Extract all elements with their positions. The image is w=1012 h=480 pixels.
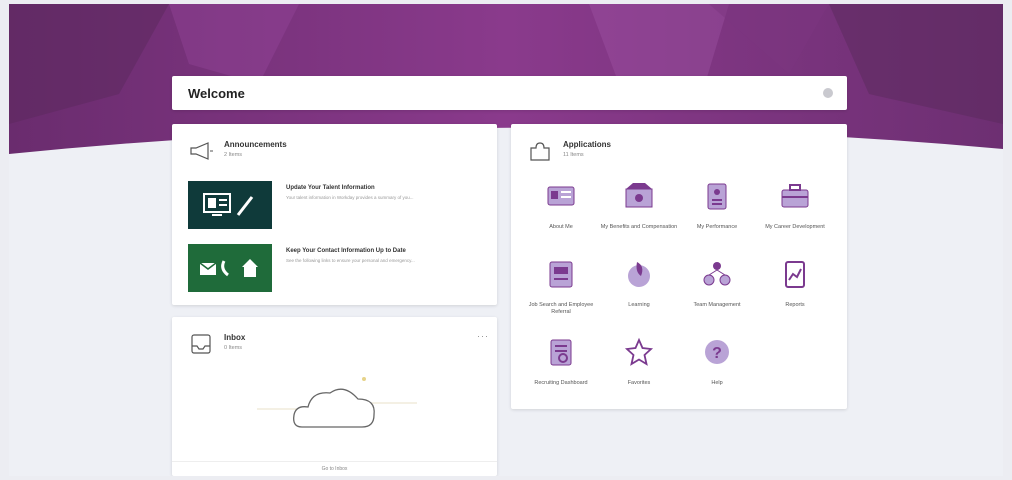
app-help[interactable]: ? Help [677, 336, 757, 387]
inbox-title: Inbox [224, 333, 246, 342]
app-recruiting[interactable]: Recruiting Dashboard [521, 336, 601, 387]
welcome-bar: Welcome [172, 76, 847, 110]
computer-edit-icon [203, 193, 254, 216]
megaphone-icon [190, 142, 213, 160]
app-label: My Benefits and Compensation [600, 224, 678, 230]
app-label: Learning [628, 302, 650, 308]
contact-info-image [188, 244, 272, 292]
talent-info-image [188, 181, 272, 229]
announcement-desc: See the following links to ensure your p… [286, 258, 415, 263]
contact-home-icon [199, 259, 258, 277]
inbox-count: 0 Items [224, 345, 243, 351]
help-icon: ? [705, 340, 729, 364]
announcement-title: Keep Your Contact Information Up to Date [286, 248, 406, 254]
announcement-item[interactable]: Update Your Talent Information Your tale… [188, 181, 488, 229]
inbox-card: Inbox 0 Items ··· Go to Inbox [172, 317, 497, 476]
go-to-inbox-link[interactable]: Go to Inbox [172, 461, 497, 476]
app-job-search[interactable]: Job Search and Employee Referral [521, 258, 601, 316]
app-about-me[interactable]: About Me [521, 180, 601, 231]
app-label: Recruiting Dashboard [534, 380, 588, 386]
announcements-count: 2 Items [224, 152, 243, 158]
app-label: Job Search and Employee Referral [528, 302, 594, 315]
app-performance[interactable]: My Performance [677, 180, 757, 231]
app-label: Help [711, 380, 723, 386]
app-reports[interactable]: Reports [755, 258, 835, 309]
team-icon [703, 262, 731, 286]
app-career[interactable]: My Career Development [755, 180, 835, 231]
applications-count: 11 Items [563, 152, 584, 158]
app-label: Favorites [627, 380, 651, 386]
puzzle-icon [530, 142, 550, 161]
performance-icon [707, 183, 727, 210]
career-icon [781, 184, 809, 208]
favorites-icon [624, 337, 654, 366]
benefits-icon [625, 183, 653, 208]
announcement-item[interactable]: Keep Your Contact Information Up to Date… [188, 244, 488, 292]
applications-title: Applications [563, 140, 612, 149]
empty-cloud-illustration [257, 377, 417, 428]
applications-card: Applications 11 Items About Me My Benefi… [511, 124, 847, 409]
more-options-button[interactable]: ··· [477, 331, 489, 341]
app-benefits[interactable]: My Benefits and Compensation [599, 180, 679, 231]
welcome-title: Welcome [188, 85, 245, 101]
app-team[interactable]: Team Management [677, 258, 757, 309]
app-label: About Me [549, 224, 573, 230]
svg-text:?: ? [712, 345, 722, 362]
app-learning[interactable]: Learning [599, 258, 679, 309]
reports-icon [785, 261, 805, 288]
welcome-indicator[interactable] [823, 88, 833, 98]
inbox-icon [191, 334, 211, 354]
app-label: My Career Development [765, 224, 825, 230]
announcement-desc: Your talent information in Workday provi… [286, 195, 414, 200]
announcements-title: Announcements [224, 140, 287, 149]
app-label: Reports [785, 302, 805, 308]
learning-icon [628, 262, 650, 287]
workday-home: Welcome Announcements 2 Items Update You… [9, 4, 1003, 476]
job-search-icon [549, 261, 573, 288]
recruiting-icon [550, 339, 572, 366]
app-label: My Performance [696, 224, 738, 230]
about-me-icon [547, 186, 575, 206]
announcements-card: Announcements 2 Items Update Your Talent… [172, 124, 497, 305]
app-favorites[interactable]: Favorites [599, 336, 679, 387]
announcement-title: Update Your Talent Information [286, 185, 375, 191]
app-label: Team Management [693, 302, 741, 308]
